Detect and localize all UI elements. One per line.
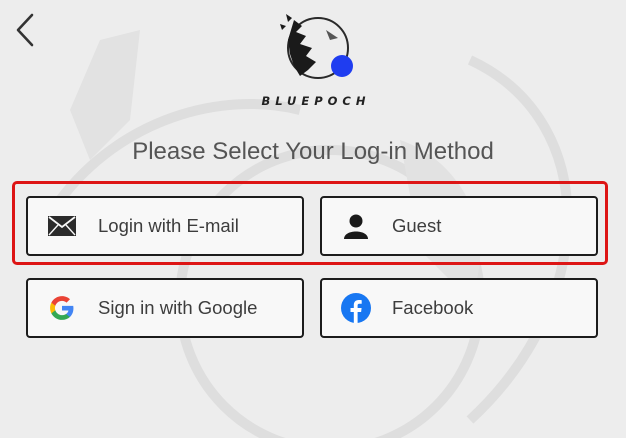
page-title: Please Select Your Log-in Method: [132, 138, 494, 165]
facebook-icon: [340, 292, 372, 324]
facebook-login-button[interactable]: Facebook: [320, 278, 598, 338]
login-email-button[interactable]: Login with E-mail: [26, 196, 304, 256]
google-icon: [46, 292, 78, 324]
person-icon: [340, 210, 372, 242]
facebook-login-label: Facebook: [392, 297, 474, 318]
chevron-left-icon: [16, 13, 34, 47]
login-email-label: Login with E-mail: [98, 215, 239, 236]
guest-login-button[interactable]: Guest: [320, 196, 598, 256]
logo-text: BLUEPOCH: [261, 94, 371, 108]
envelope-icon: [46, 210, 78, 242]
back-button[interactable]: [10, 12, 40, 48]
brand-logo: BLUEPOCH: [256, 10, 376, 110]
google-signin-button[interactable]: Sign in with Google: [26, 278, 304, 338]
guest-login-label: Guest: [392, 215, 442, 236]
bluepoch-logo-mark: [280, 14, 353, 79]
google-signin-label: Sign in with Google: [98, 297, 258, 318]
